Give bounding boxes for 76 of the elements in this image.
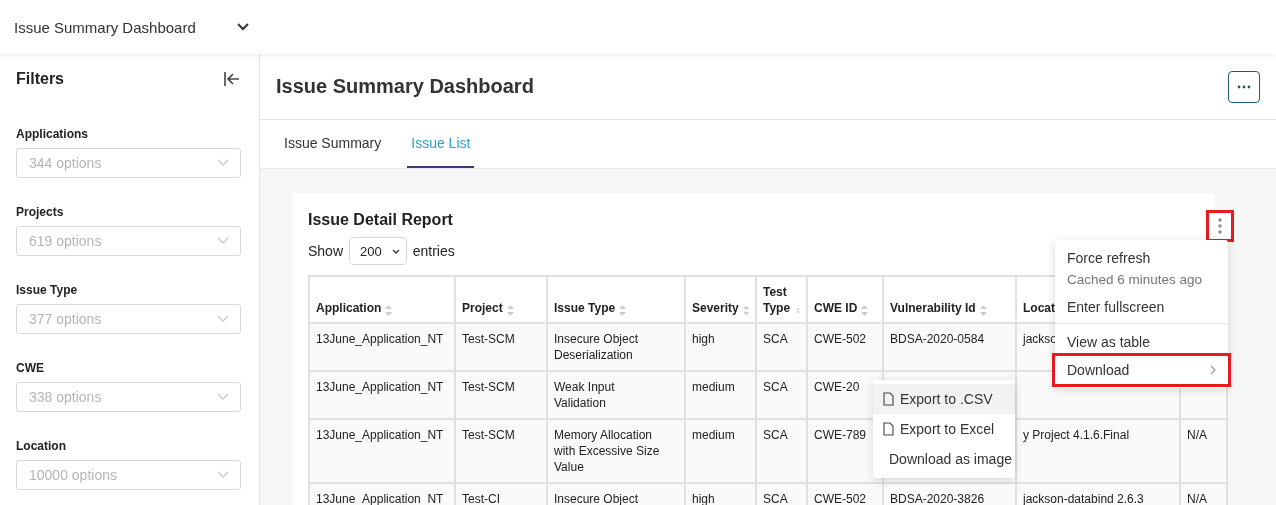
filter-select[interactable]: 619 options (16, 226, 241, 256)
table-cell: CWE-502 (814, 492, 866, 505)
table-cell: Test-SCM (462, 428, 515, 442)
table-cell: Weak Input Validation (554, 380, 615, 410)
table-cell: 13June_Application_NT (316, 428, 444, 442)
submenu-item[interactable]: Download as image (873, 444, 1015, 474)
table-cell: SCA (763, 492, 788, 505)
table-cell: CWE-502 (814, 332, 866, 346)
filter-label: Location (16, 439, 67, 453)
report-title: Issue Detail Report (308, 211, 453, 229)
table-cell: jackson-databind 2.6.3 (1023, 492, 1144, 505)
table-cell: BDSA-2020-0584 (890, 332, 985, 346)
chevron-down-icon (217, 237, 229, 245)
submenu-item[interactable]: Export to Excel (873, 414, 1015, 444)
filter-select[interactable]: 377 options (16, 304, 241, 334)
table-cell: medium (692, 428, 735, 442)
show-label: Show (308, 243, 344, 259)
more-options-button[interactable] (1228, 70, 1260, 103)
table-cell: 13June_Application_NT (316, 380, 444, 394)
menu-item[interactable]: Download (1055, 356, 1228, 384)
cache-note: Cached 6 minutes ago (1067, 272, 1204, 287)
column-header[interactable]: Issue Type (554, 300, 616, 316)
submenu-item[interactable]: Export to .CSV (873, 384, 1015, 414)
chevron-down-icon (391, 248, 400, 254)
dashboard-selector[interactable]: Issue Summary Dashboard (14, 18, 250, 36)
chevron-down-icon (217, 471, 229, 479)
kebab-menu-button[interactable] (1209, 213, 1231, 239)
file-icon (883, 392, 894, 406)
column-header[interactable]: Locat (1023, 300, 1055, 316)
filter-select[interactable]: 338 options (16, 382, 241, 412)
chevron-down-icon (235, 22, 250, 32)
table-cell: CWE-789 (814, 428, 866, 442)
page-title: Issue Summary Dashboard (276, 75, 534, 98)
table-cell: high (692, 332, 715, 346)
filter-label: Issue Type (16, 283, 79, 297)
table-cell: Insecure Object Deserialization (554, 332, 639, 362)
table-cell: N/A (1187, 492, 1207, 505)
filter-label: Applications (16, 127, 89, 141)
entries-label: entries (412, 243, 455, 259)
table-cell: Test-SCM (462, 332, 515, 346)
table-cell: 13June_Application_NT (316, 332, 444, 346)
filter-select[interactable]: 344 options (16, 148, 241, 178)
chevron-right-icon (1210, 365, 1216, 375)
table-cell: high (692, 492, 715, 505)
table-cell: CWE-20 (814, 380, 860, 394)
table-cell: Test-CI (462, 492, 500, 505)
table-cell: Test-SCM (462, 380, 515, 394)
chevron-down-icon (217, 315, 229, 323)
table-cell: SCA (763, 428, 788, 442)
table-cell: medium (692, 380, 735, 394)
table-cell: 13June_Application_NT (316, 492, 444, 505)
column-header[interactable]: CWE ID (814, 300, 858, 316)
filter-label: CWE (16, 361, 45, 375)
column-header[interactable]: Application (316, 300, 382, 316)
tab[interactable]: Issue Summary (280, 120, 386, 168)
page-size-select[interactable]: 200 (349, 237, 407, 265)
table-cell: y Project 4.1.6.Final (1023, 428, 1130, 442)
filter-select[interactable]: 10000 options (16, 460, 241, 490)
table-cell: BDSA-2020-3826 (890, 492, 985, 505)
table-cell: Memory Allocation with Excessive Size Value (554, 428, 660, 474)
more-icon (1237, 84, 1251, 89)
file-icon (883, 422, 894, 436)
vertical-dots-icon (1218, 218, 1222, 234)
chevron-down-icon (217, 159, 229, 167)
menu-item[interactable]: View as table (1067, 334, 1216, 350)
table-cell: Insecure Object (554, 492, 639, 505)
filter-label: Projects (16, 205, 65, 219)
panel-title: Filters (16, 70, 64, 88)
table-cell: N/A (1187, 428, 1207, 442)
collapse-panel-icon[interactable] (223, 71, 241, 87)
column-header[interactable]: Project (462, 300, 503, 316)
table-cell: SCA (763, 380, 788, 394)
table-cell: SCA (763, 332, 788, 346)
menu-item[interactable]: Enter fullscreen (1067, 299, 1216, 315)
chevron-down-icon (217, 393, 229, 401)
menu-item[interactable]: Force refresh (1067, 250, 1216, 266)
